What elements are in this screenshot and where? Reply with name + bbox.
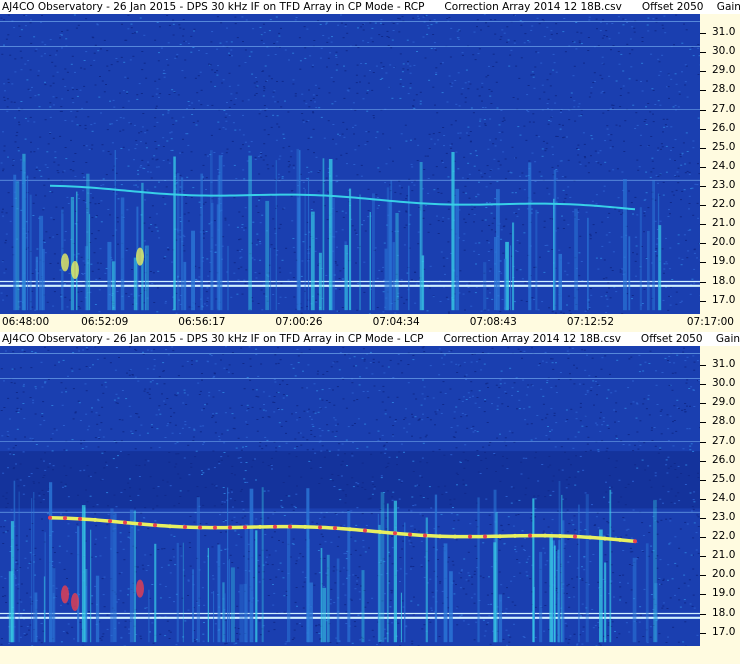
y-tick-label: 24.0 [712, 491, 736, 504]
y-tick-label: 28.0 [712, 415, 736, 428]
y-tick-label: 23.0 [712, 178, 736, 191]
hot-spot [61, 253, 69, 272]
y-tick-label: 22.0 [712, 530, 736, 543]
y-tick-label: 18.0 [712, 606, 736, 619]
y-tick-label: 19.0 [712, 255, 736, 268]
y-axis-lcp: 31.0 30.0 29.0 28.0 27.0 26.0 25.0 24.0 23.0 22.0… [700, 346, 740, 646]
x-tick-label: 06:56:17 [178, 316, 226, 328]
x-tick-label: 07:12:52 [566, 316, 615, 328]
y-tick-label: 23.0 [712, 510, 736, 523]
y-tick-label: 24.0 [712, 159, 736, 172]
panel-title-lcp: AJ4CO Observatory - 26 Jan 2015 - DPS 30… [0, 332, 740, 346]
spectrogram-lcp [0, 346, 700, 646]
y-tick-label: 29.0 [712, 396, 736, 409]
hot-spot [71, 261, 79, 280]
y-tick-label: 26.0 [712, 453, 736, 466]
y-tick-label: 26.0 [712, 121, 736, 134]
y-tick-label: 30.0 [712, 45, 736, 58]
y-tick-label: 20.0 [712, 568, 736, 581]
y-tick-label: 27.0 [712, 102, 736, 115]
y-tick-label: 22.0 [712, 198, 736, 211]
time-axis: 06:48:00 06:52:09 06:56:17 07:00:26 07:04:34… [0, 314, 740, 330]
hot-spot [136, 247, 144, 266]
y-tick-label: 28.0 [712, 83, 736, 96]
hot-spot [136, 579, 144, 598]
y-tick-label: 25.0 [712, 472, 736, 485]
y-tick-label: 17.0 [712, 293, 736, 306]
y-tick-label: 25.0 [712, 140, 736, 153]
y-tick-label: 27.0 [712, 434, 736, 447]
y-tick-label: 31.0 [712, 26, 736, 39]
spectrogram-rcp [0, 14, 700, 314]
x-tick-label: 07:17:00 [686, 316, 734, 328]
x-tick-label: 07:04:34 [372, 316, 420, 328]
hot-spot [61, 585, 69, 604]
y-tick-label: 21.0 [712, 217, 736, 230]
noise-band [0, 451, 700, 509]
y-tick-label: 19.0 [712, 587, 736, 600]
panel-title-rcp: AJ4CO Observatory - 26 Jan 2015 - DPS 30… [0, 0, 740, 14]
spectrogram-canvas [0, 14, 700, 314]
y-tick-label: 31.0 [712, 358, 736, 371]
y-axis-rcp: 31.0 30.0 29.0 28.0 27.0 26.0 25.0 24.0 23.0 22.0… [700, 14, 740, 314]
spectrogram-canvas [0, 346, 700, 646]
y-tick-label: 21.0 [712, 549, 736, 562]
y-tick-label: 18.0 [712, 274, 736, 287]
y-tick-label: 29.0 [712, 64, 736, 77]
x-tick-label: 06:48:00 [2, 316, 50, 328]
y-tick-label: 17.0 [712, 625, 736, 638]
x-tick-label: 07:00:26 [275, 316, 323, 328]
y-tick-label: 20.0 [712, 236, 736, 249]
hot-spot [71, 593, 79, 612]
x-tick-label: 06:52:09 [81, 316, 129, 328]
y-tick-label: 30.0 [712, 377, 736, 390]
x-tick-label: 07:08:43 [469, 316, 517, 328]
